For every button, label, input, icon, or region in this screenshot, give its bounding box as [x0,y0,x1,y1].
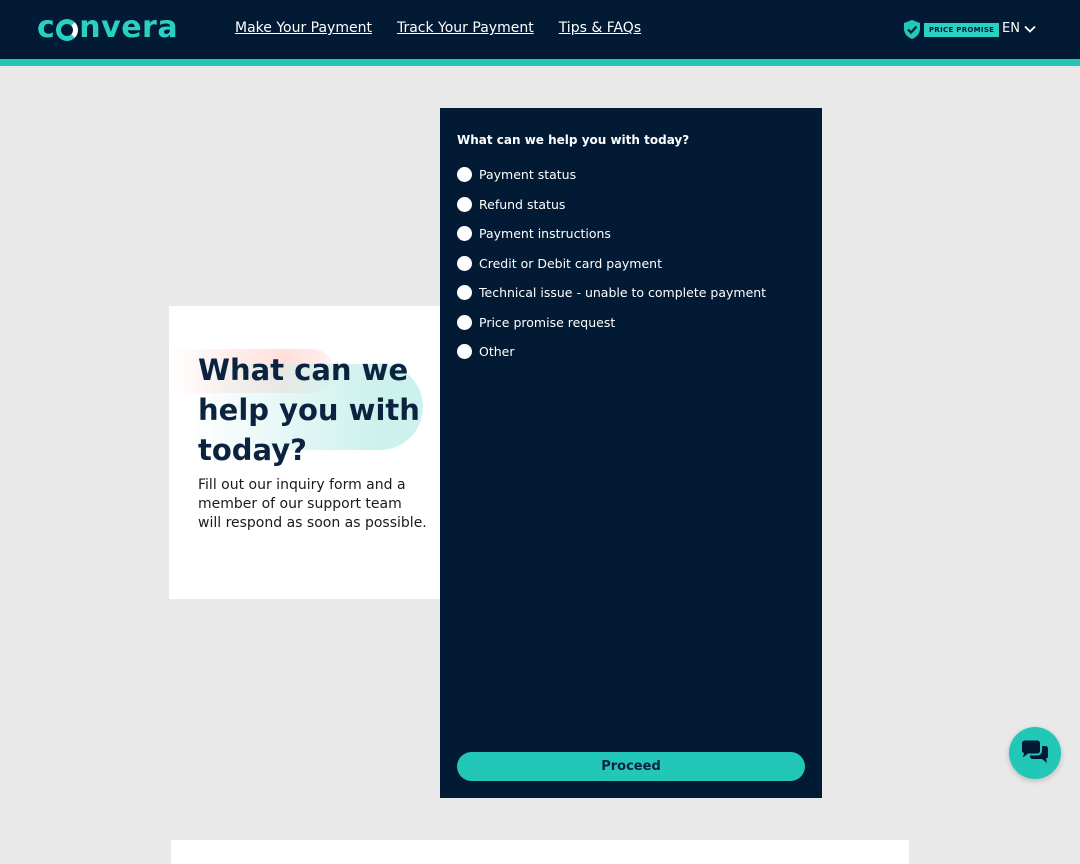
form-question: What can we help you with today? [457,133,690,147]
shield-check-icon [904,20,920,39]
option-label: Other [479,344,515,360]
intro-card: What can we help you with today? Fill ou… [169,306,441,599]
nav-make-payment[interactable]: Make Your Payment [235,20,372,36]
inquiry-options: Payment status Refund status Payment ins… [457,160,766,367]
header-accent-bar [0,59,1080,66]
bottom-content-card [171,840,909,864]
radio-button[interactable] [457,314,472,330]
site-header: c nvera Make Your Payment Track Your Paym… [0,0,1080,59]
option-label: Refund status [479,196,566,212]
radio-button[interactable] [457,285,472,301]
option-label: Credit or Debit card payment [479,255,662,271]
radio-button[interactable] [457,344,472,360]
proceed-button[interactable]: Proceed [457,752,805,781]
price-promise-badge[interactable]: PRICE PROMISE [902,19,1000,40]
option-payment-status[interactable]: Payment status [457,160,766,190]
nav-track-payment[interactable]: Track Your Payment [397,20,534,36]
convera-logo[interactable]: c nvera [37,10,178,45]
option-refund-status[interactable]: Refund status [457,190,766,220]
radio-button[interactable] [457,196,472,212]
chat-bubbles-icon [1022,740,1048,763]
nav-tips-faqs[interactable]: Tips & FAQs [559,20,641,36]
radio-button[interactable] [457,167,472,183]
option-label: Payment instructions [479,226,611,242]
option-payment-instructions[interactable]: Payment instructions [457,219,766,249]
option-card-payment[interactable]: Credit or Debit card payment [457,249,766,279]
price-promise-label: PRICE PROMISE [924,22,1000,37]
option-technical-issue[interactable]: Technical issue - unable to complete pay… [457,278,766,308]
language-label: EN [1002,21,1020,36]
language-selector[interactable]: EN [1002,21,1036,36]
intro-description: Fill out our inquiry form and a member o… [198,477,427,531]
logo-ring-icon [56,18,79,41]
chat-button[interactable] [1009,727,1061,779]
radio-button[interactable] [457,255,472,271]
option-label: Payment status [479,167,577,183]
logo-text-left: c [37,10,56,45]
radio-button[interactable] [457,226,472,242]
option-label: Technical issue - unable to complete pay… [479,285,767,301]
intro-title: What can we help you with today? [198,353,420,467]
main-nav: Make Your Payment Track Your Payment Tip… [235,20,641,36]
option-price-promise[interactable]: Price promise request [457,308,766,338]
inquiry-form: What can we help you with today? Payment… [440,108,822,798]
chevron-down-icon [1024,25,1036,33]
option-label: Price promise request [479,314,616,330]
logo-text-right: nvera [79,10,179,45]
option-other[interactable]: Other [457,337,766,367]
